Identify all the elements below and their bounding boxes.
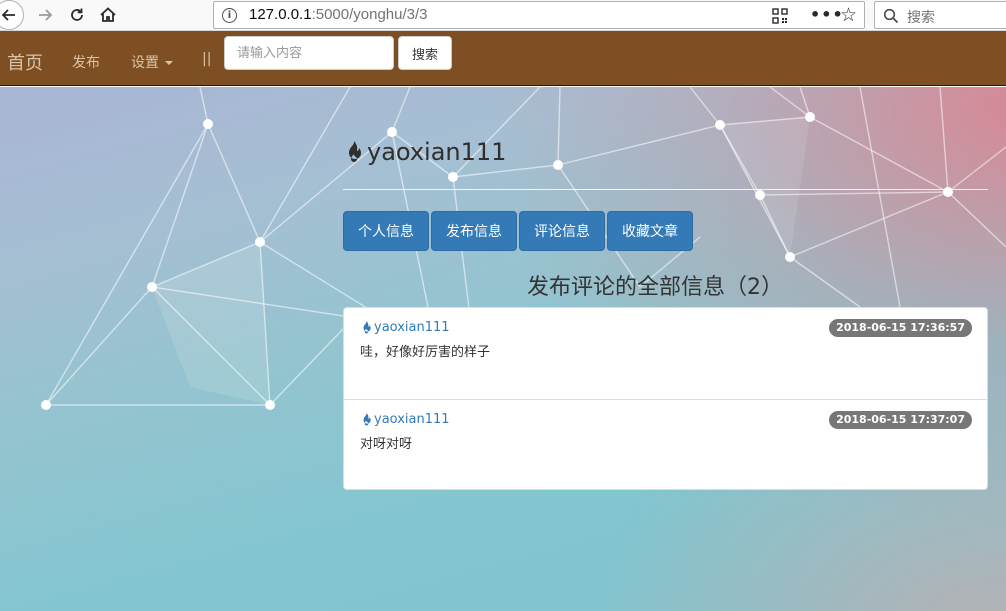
- site-navbar: 首页 发布 设置 || 搜索: [0, 31, 1006, 86]
- browser-search-bar[interactable]: 搜索: [874, 1, 1006, 29]
- url-host: 127.0.0.1: [249, 6, 312, 23]
- fire-icon: [349, 141, 361, 162]
- forward-icon[interactable]: [32, 2, 58, 28]
- list-item: yaoxian111 2018-06-15 17:37:07 对呀对呀: [344, 399, 987, 490]
- back-icon[interactable]: [0, 0, 24, 30]
- caret-down-icon: [165, 61, 173, 65]
- browser-search-placeholder: 搜索: [907, 10, 935, 26]
- comment-text: 对呀对呀: [360, 437, 413, 452]
- nav-settings-label: 设置: [131, 55, 159, 71]
- info-icon[interactable]: i: [222, 8, 237, 23]
- tab-favorites[interactable]: 收藏文章: [607, 211, 693, 251]
- profile-username: yaoxian111: [367, 138, 507, 166]
- reload-icon[interactable]: [64, 2, 90, 28]
- browser-toolbar: i 127.0.0.1:5000/yonghu/3/3 ••• ☆ 搜索: [0, 0, 1006, 31]
- tab-comments[interactable]: 评论信息: [519, 211, 605, 251]
- star-icon[interactable]: ☆: [840, 4, 857, 26]
- tab-posts[interactable]: 发布信息: [431, 211, 517, 251]
- comment-author-name: yaoxian111: [374, 412, 450, 427]
- more-icon[interactable]: •••: [810, 5, 844, 24]
- search-icon: [883, 8, 899, 24]
- site-search-input[interactable]: [224, 36, 394, 70]
- nav-home-link[interactable]: 首页: [7, 49, 43, 75]
- qr-code-icon[interactable]: [772, 8, 788, 24]
- home-icon[interactable]: [95, 2, 121, 28]
- comment-timestamp-badge: 2018-06-15 17:36:57: [829, 319, 972, 337]
- nav-settings-dropdown[interactable]: 设置: [131, 52, 173, 72]
- comment-timestamp-badge: 2018-06-15 17:37:07: [829, 411, 972, 429]
- comment-author[interactable]: yaoxian111: [360, 320, 450, 335]
- url-path: :5000/yonghu/3/3: [311, 6, 428, 23]
- comment-author[interactable]: yaoxian111: [360, 412, 450, 427]
- nav-publish-link[interactable]: 发布: [72, 52, 100, 72]
- comment-author-name: yaoxian111: [374, 320, 450, 335]
- tab-personal-info[interactable]: 个人信息: [343, 211, 429, 251]
- fire-icon: [363, 321, 371, 334]
- header-divider: [343, 189, 988, 190]
- url-text: 127.0.0.1:5000/yonghu/3/3: [249, 6, 428, 23]
- comments-list: yaoxian111 2018-06-15 17:36:57 哇，好像好厉害的样…: [343, 307, 988, 490]
- url-bar[interactable]: i 127.0.0.1:5000/yonghu/3/3 ••• ☆: [213, 1, 865, 29]
- profile-tabs: 个人信息 发布信息 评论信息 收藏文章: [343, 211, 693, 251]
- nav-separator: ||: [202, 51, 212, 67]
- list-item: yaoxian111 2018-06-15 17:36:57 哇，好像好厉害的样…: [344, 308, 987, 399]
- site-search-button[interactable]: 搜索: [398, 36, 452, 70]
- comment-text: 哇，好像好厉害的样子: [360, 345, 491, 360]
- profile-username-heading: yaoxian111: [343, 135, 506, 169]
- comments-section-title: 发布评论的全部信息（2）: [527, 275, 783, 300]
- fire-icon: [363, 413, 371, 426]
